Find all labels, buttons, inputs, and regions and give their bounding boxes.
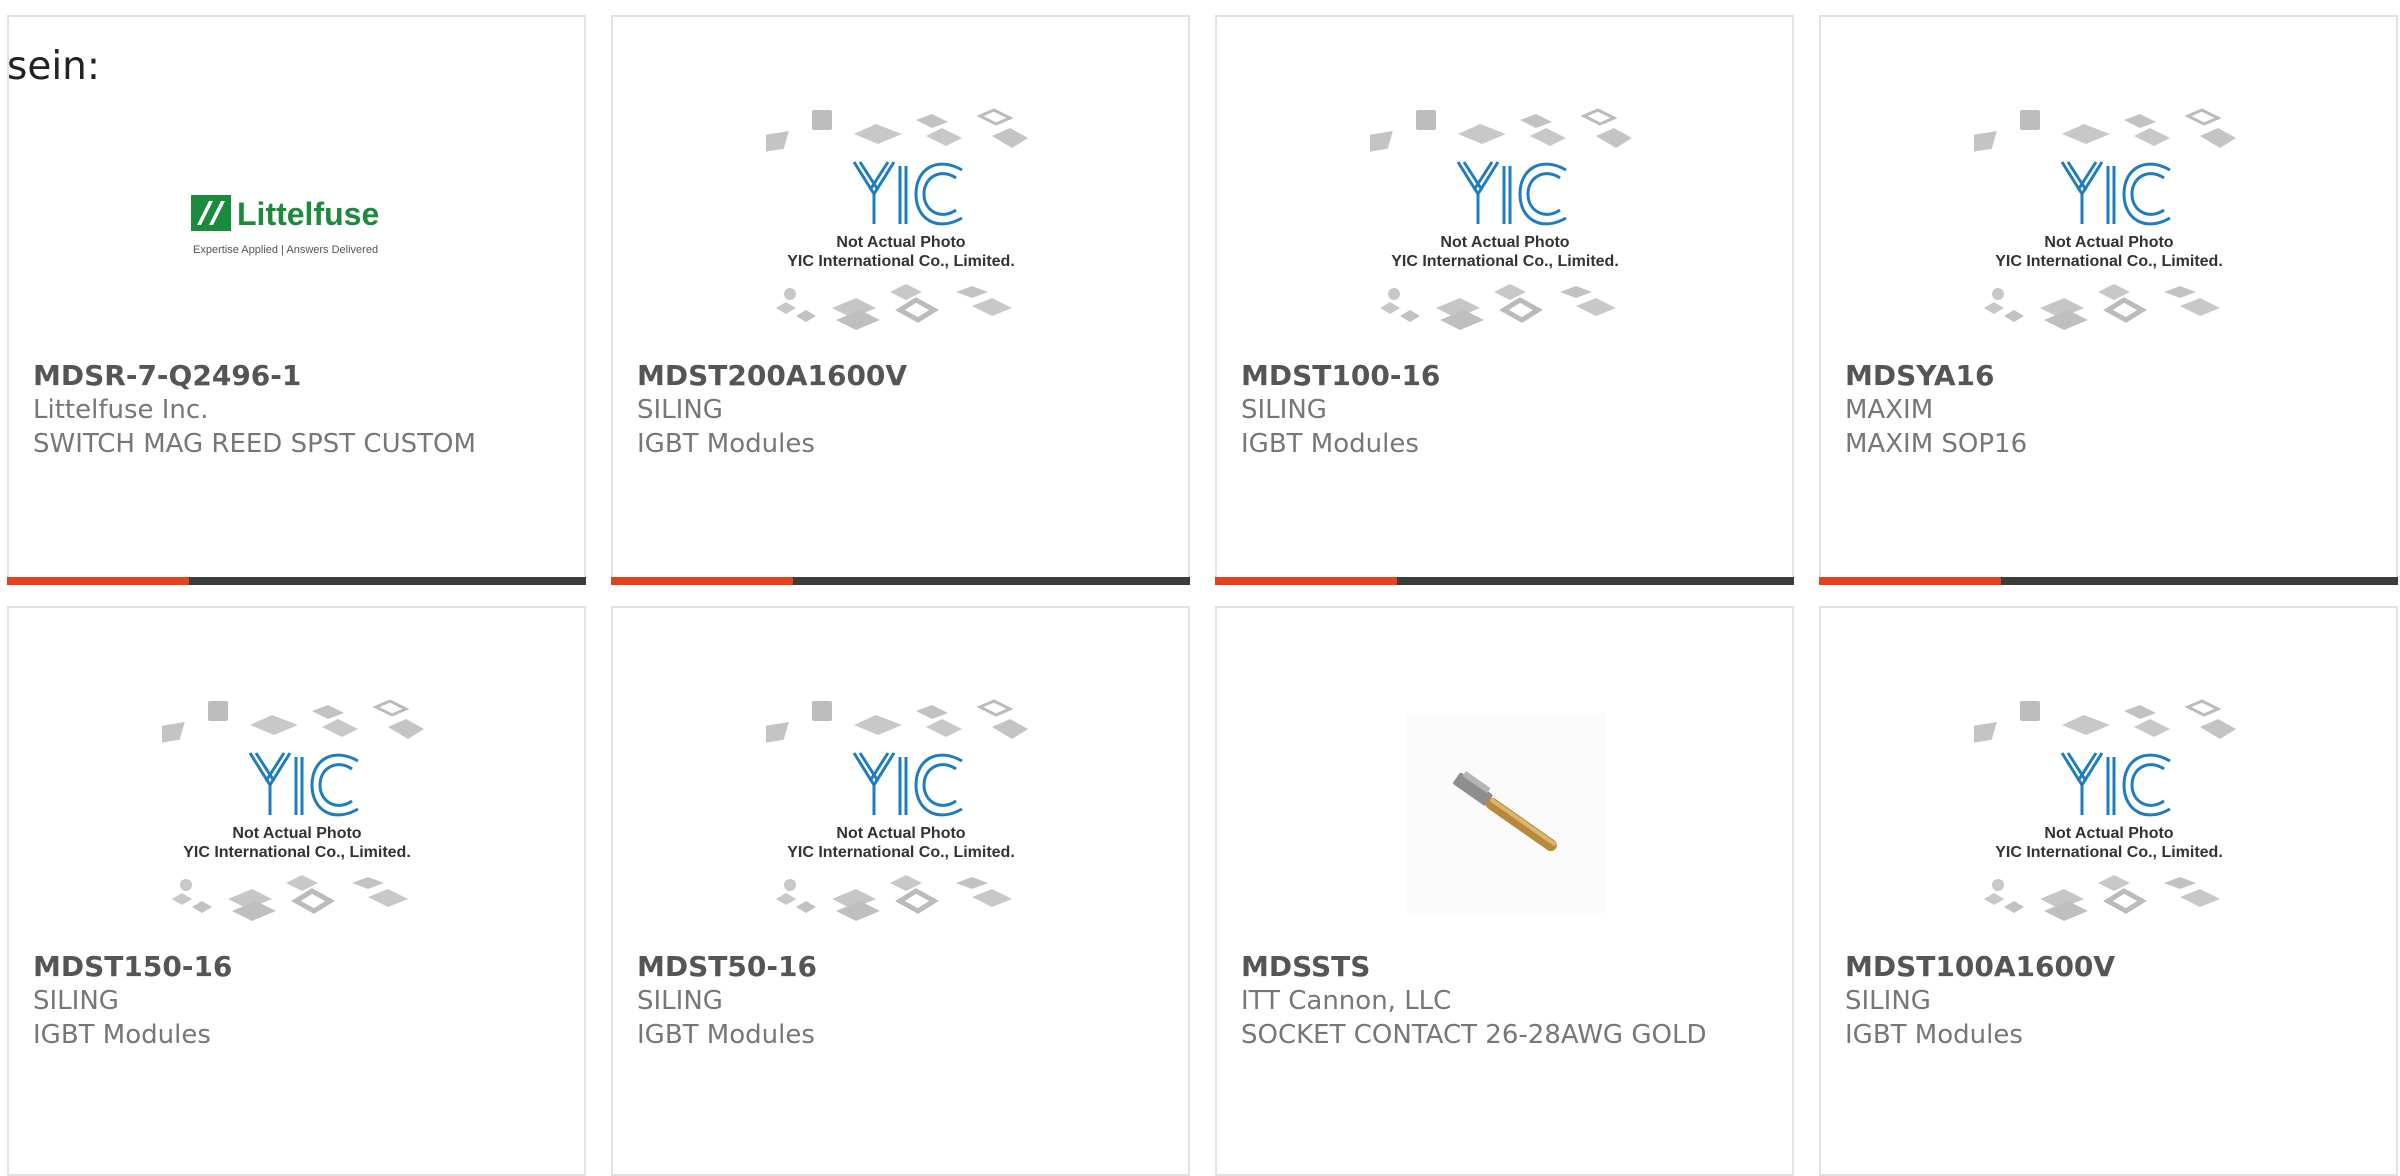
placeholder-line1: Not Actual Photo [836,234,965,251]
product-card[interactable]: Not Actual Photo YIC International Co., … [7,606,586,1176]
description: IGBT Modules [1241,429,1419,459]
card-bar-accent [1215,577,1397,585]
logo-text: Littelfuse [237,196,379,232]
placeholder-line2: YIC International Co., Limited. [1995,253,2223,270]
manufacturer: SILING [33,986,119,1016]
product-card[interactable]: Not Actual Photo YIC International Co., … [611,15,1190,585]
product-image[interactable]: Littelfuse Expertise Applied | Answers D… [9,87,584,357]
manufacturer: Littelfuse Inc. [33,395,209,425]
description: IGBT Modules [1845,1020,2023,1050]
card-bar-accent [7,577,189,585]
placeholder-line2: YIC International Co., Limited. [183,844,411,861]
part-number[interactable]: MDST50-16 [637,950,1164,984]
manufacturer: SILING [1241,395,1327,425]
littelfuse-logo: Littelfuse Expertise Applied | Answers D… [190,195,379,256]
placeholder-line1: Not Actual Photo [232,825,361,842]
part-number[interactable]: MDST100-16 [1241,359,1768,393]
product-card[interactable]: MDSSTS ITT Cannon, LLC SOCKET CONTACT 26… [1215,606,1794,1176]
part-number[interactable]: MDST200A1600V [637,359,1164,393]
yic-placeholder-image: Not Actual Photo YIC International Co., … [1974,693,2244,933]
part-number[interactable]: MDST150-16 [33,950,560,984]
page-label: sein: [7,44,101,89]
card-bottom-bar [1819,577,2398,585]
description: SOCKET CONTACT 26-28AWG GOLD [1241,1020,1707,1050]
card-bottom-bar [7,577,586,585]
product-image[interactable]: Not Actual Photo YIC International Co., … [9,678,584,948]
manufacturer: ITT Cannon, LLC [1241,986,1452,1016]
yic-placeholder-image: Not Actual Photo YIC International Co., … [766,693,1036,933]
card-bar-accent [611,577,793,585]
description: IGBT Modules [33,1020,211,1050]
description: IGBT Modules [637,429,815,459]
placeholder-line2: YIC International Co., Limited. [787,844,1015,861]
product-card[interactable]: Littelfuse Expertise Applied | Answers D… [7,15,586,585]
part-number[interactable]: MDST100A1600V [1845,950,2372,984]
placeholder-line1: Not Actual Photo [2044,234,2173,251]
card-bar-accent [1819,577,2001,585]
card-bottom-bar [1215,577,1794,585]
manufacturer: SILING [1845,986,1931,1016]
placeholder-line2: YIC International Co., Limited. [787,253,1015,270]
yic-placeholder-image: Not Actual Photo YIC International Co., … [1370,102,1640,342]
yic-placeholder-image: Not Actual Photo YIC International Co., … [1974,102,2244,342]
socket-contact-photo [1404,713,1605,913]
yic-placeholder-image: Not Actual Photo YIC International Co., … [766,102,1036,342]
description: MAXIM SOP16 [1845,429,2028,459]
placeholder-line1: Not Actual Photo [1440,234,1569,251]
manufacturer: SILING [637,395,723,425]
product-image[interactable] [1217,678,1792,948]
manufacturer: SILING [637,986,723,1016]
product-image[interactable]: Not Actual Photo YIC International Co., … [613,87,1188,357]
part-number[interactable]: MDSR-7-Q2496-1 [33,359,560,393]
description: IGBT Modules [637,1020,815,1050]
product-image[interactable]: Not Actual Photo YIC International Co., … [1821,678,2396,948]
part-number[interactable]: MDSSTS [1241,950,1768,984]
product-card[interactable]: Not Actual Photo YIC International Co., … [1819,606,2398,1176]
product-image[interactable]: Not Actual Photo YIC International Co., … [1217,87,1792,357]
logo-tagline: Expertise Applied | Answers Delivered [193,244,378,256]
card-bottom-bar [611,577,1190,585]
placeholder-line1: Not Actual Photo [2044,825,2173,842]
placeholder-line2: YIC International Co., Limited. [1995,844,2223,861]
description: SWITCH MAG REED SPST CUSTOM [33,429,476,459]
product-image[interactable]: Not Actual Photo YIC International Co., … [613,678,1188,948]
product-card[interactable]: Not Actual Photo YIC International Co., … [611,606,1190,1176]
product-card[interactable]: Not Actual Photo YIC International Co., … [1819,15,2398,585]
product-image[interactable]: Not Actual Photo YIC International Co., … [1821,87,2396,357]
placeholder-line1: Not Actual Photo [836,825,965,842]
manufacturer: MAXIM [1845,395,1934,425]
yic-placeholder-image: Not Actual Photo YIC International Co., … [162,693,432,933]
placeholder-line2: YIC International Co., Limited. [1391,253,1619,270]
product-card[interactable]: Not Actual Photo YIC International Co., … [1215,15,1794,585]
part-number[interactable]: MDSYA16 [1845,359,2372,393]
